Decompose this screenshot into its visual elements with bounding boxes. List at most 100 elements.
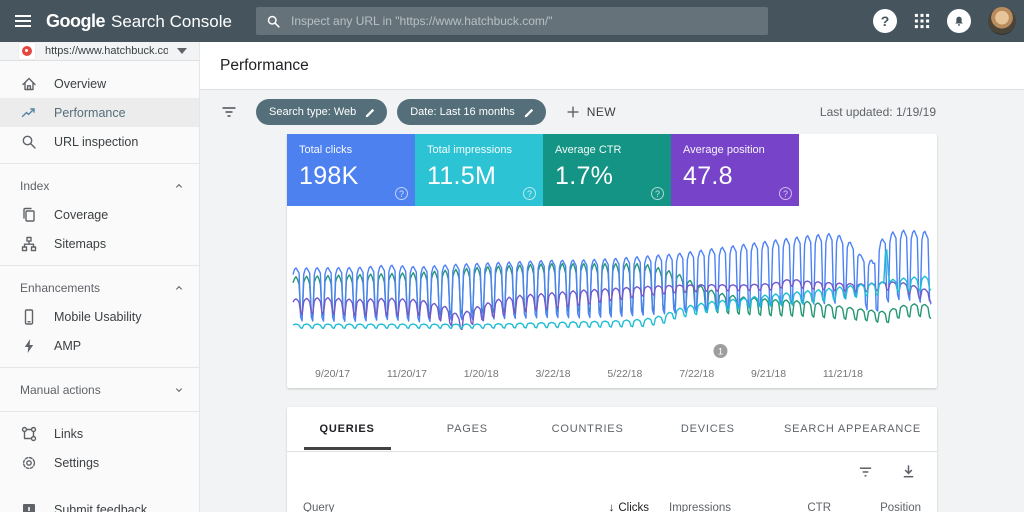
- tab-pages[interactable]: PAGES: [407, 407, 527, 451]
- x-axis-tick-label: 11/20/17: [387, 368, 427, 380]
- chevron-up-icon: [173, 282, 185, 294]
- sidebar-section-enhancements[interactable]: Enhancements: [0, 273, 199, 302]
- sidebar-item-submit-feedback[interactable]: Submit feedback: [0, 495, 199, 512]
- property-url: https://www.hatchbuck.com/: [45, 45, 168, 57]
- section-label: Index: [20, 179, 49, 193]
- apps-grid-icon[interactable]: [914, 13, 930, 29]
- sidebar-item-url-inspection[interactable]: URL inspection: [0, 127, 199, 156]
- tab-devices[interactable]: DEVICES: [648, 407, 768, 451]
- sidebar: https://www.hatchbuck.com/ Overview Perfo…: [0, 42, 200, 512]
- url-inspect-searchbox[interactable]: [256, 7, 768, 35]
- sidebar-item-label: Coverage: [54, 208, 108, 222]
- tab-label: SEARCH APPEARANCE: [768, 409, 937, 450]
- tab-label: DEVICES: [665, 409, 751, 450]
- sidebar-divider: [0, 163, 199, 164]
- metric-help-icon[interactable]: ?: [651, 187, 664, 200]
- app-logo[interactable]: Google Search Console: [46, 11, 232, 32]
- sidebar-item-coverage[interactable]: Coverage: [0, 200, 199, 229]
- x-axis-tick-label: 7/22/18: [679, 368, 714, 380]
- main-panel: Performance Search type: Web Date: Last 1…: [200, 42, 1024, 512]
- column-label: Position: [880, 502, 921, 512]
- sidebar-item-label: Sitemaps: [54, 237, 106, 251]
- filter-chip[interactable]: Search type: Web: [256, 99, 387, 125]
- sidebar-item-label: Submit feedback: [54, 503, 147, 512]
- sidebar-spacer: [0, 477, 199, 495]
- logo-google: Google: [46, 11, 105, 32]
- metric-label: Average position: [683, 144, 787, 156]
- table-filter-icon[interactable]: [857, 463, 874, 480]
- sidebar-item-overview[interactable]: Overview: [0, 69, 199, 98]
- metric-label: Total impressions: [427, 144, 531, 156]
- search-icon: [266, 14, 281, 29]
- x-axis-tick-label: 5/22/18: [607, 368, 642, 380]
- sort-descending-icon: ↓: [609, 502, 615, 512]
- x-axis-tick-label: 11/21/18: [823, 368, 863, 380]
- new-filter-label: NEW: [587, 105, 616, 119]
- filter-chips: Search type: Web Date: Last 16 months: [256, 99, 546, 125]
- sidebar-item-performance[interactable]: Performance: [0, 98, 199, 127]
- x-axis-tick-label: 1/20/18: [464, 368, 499, 380]
- table-header-row[interactable]: Query↓ClicksImpressions CTR Position: [287, 490, 937, 512]
- edit-pencil-icon[interactable]: [364, 106, 377, 119]
- table-toolbar: [287, 452, 937, 490]
- notifications-bell-icon[interactable]: [947, 9, 971, 33]
- performance-chart-card: Total clicks198K?Total impressions11.5M?…: [287, 134, 937, 388]
- column-header-impressions[interactable]: Impressions: [649, 502, 731, 512]
- metric-tile-total-clicks[interactable]: Total clicks 198K?: [287, 134, 415, 206]
- chevron-up-icon: [173, 180, 185, 192]
- sidebar-section-manual-actions[interactable]: Manual actions: [0, 375, 199, 404]
- sidebar-divider: [0, 411, 199, 412]
- metric-value: 198K: [299, 162, 403, 191]
- chip-label: Date: Last 16 months: [410, 106, 515, 118]
- metric-tile-average-position[interactable]: Average position47.8?: [671, 134, 799, 206]
- home-icon: [20, 75, 38, 93]
- column-label: CTR: [807, 502, 831, 512]
- metric-tile-total-impressions[interactable]: Total impressions11.5M?: [415, 134, 543, 206]
- metric-tile-average-ctr[interactable]: Average CTR 1.7%?: [543, 134, 671, 206]
- download-icon[interactable]: [900, 463, 917, 480]
- column-header-ctr[interactable]: CTR: [731, 502, 831, 512]
- metric-help-icon[interactable]: ?: [779, 187, 792, 200]
- topbar-actions: ?: [873, 0, 1016, 42]
- sidebar-item-amp[interactable]: AMP: [0, 331, 199, 360]
- sidebar-item-label: Mobile Usability: [54, 310, 142, 324]
- property-selector[interactable]: https://www.hatchbuck.com/: [0, 42, 199, 61]
- column-header-clicks[interactable]: ↓Clicks: [559, 502, 649, 512]
- page-header: Performance: [200, 42, 1024, 90]
- filter-chip[interactable]: Date: Last 16 months: [397, 99, 546, 125]
- tab-label: COUNTRIES: [536, 409, 640, 450]
- metric-label: Total clicks: [299, 144, 403, 156]
- dimension-tabs: QUERIES PAGES COUNTRIES DEVICES SEARCH APPEA…: [287, 407, 937, 452]
- sidebar-item-settings[interactable]: Settings: [0, 448, 199, 477]
- sidebar-item-label: Overview: [54, 77, 106, 91]
- svg-text:1: 1: [718, 347, 723, 357]
- page-title: Performance: [220, 57, 309, 75]
- tab-label: PAGES: [431, 409, 504, 450]
- new-filter-button[interactable]: NEW: [566, 105, 616, 119]
- column-header-position[interactable]: Position: [831, 502, 921, 512]
- tab-queries[interactable]: QUERIES: [287, 407, 407, 451]
- amp-icon: [20, 337, 38, 355]
- metric-value: 1.7%: [555, 162, 659, 191]
- user-avatar[interactable]: [988, 7, 1016, 35]
- filter-list-icon[interactable]: [220, 103, 238, 121]
- metric-help-icon[interactable]: ?: [395, 187, 408, 200]
- performance-chart[interactable]: 1: [287, 206, 937, 364]
- metric-help-icon[interactable]: ?: [523, 187, 536, 200]
- chart-annotation-marker[interactable]: 1: [713, 344, 727, 358]
- sidebar-section-index[interactable]: Index: [0, 171, 199, 200]
- hamburger-menu-icon[interactable]: [0, 12, 46, 30]
- sidebar-item-sitemaps[interactable]: Sitemaps: [0, 229, 199, 258]
- sidebar-item-label: AMP: [54, 339, 81, 353]
- edit-pencil-icon[interactable]: [523, 106, 536, 119]
- tab-countries[interactable]: COUNTRIES: [527, 407, 647, 451]
- help-icon[interactable]: ?: [873, 9, 897, 33]
- sidebar-item-mobile-usability[interactable]: Mobile Usability: [0, 302, 199, 331]
- search-input[interactable]: [291, 14, 758, 28]
- sidebar-item-links[interactable]: Links: [0, 419, 199, 448]
- column-header-query[interactable]: Query: [303, 502, 559, 512]
- metric-label: Average CTR: [555, 144, 659, 156]
- tab-search-appearance[interactable]: SEARCH APPEARANCE: [768, 407, 937, 451]
- chip-label: Search type: Web: [269, 106, 356, 118]
- dimensions-table-card: QUERIES PAGES COUNTRIES DEVICES SEARCH APPEA…: [287, 407, 937, 512]
